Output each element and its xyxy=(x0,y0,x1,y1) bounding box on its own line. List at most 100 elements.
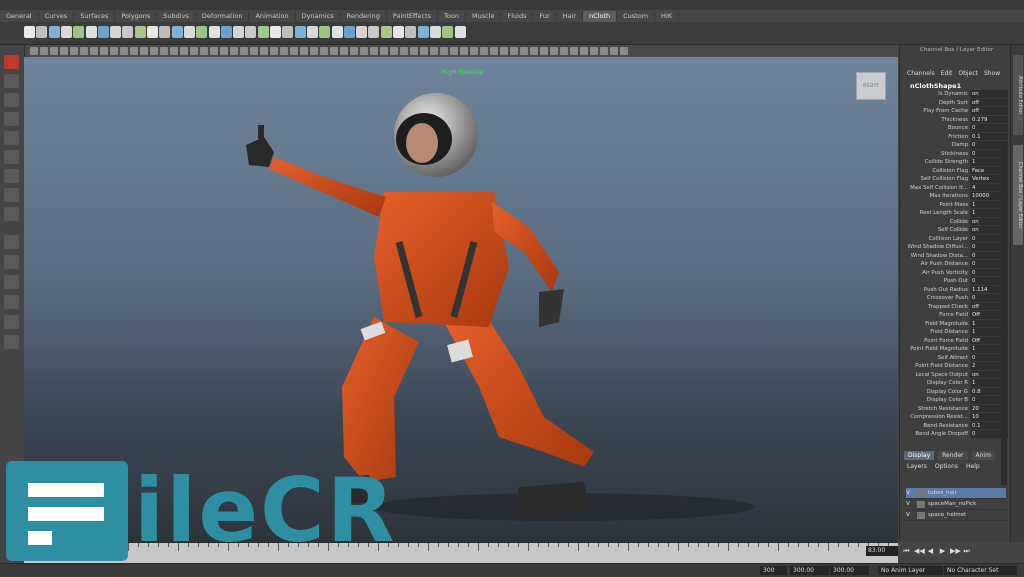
attribute-row[interactable]: Damp 0 xyxy=(904,141,1008,150)
range-end-field[interactable]: 300.00 xyxy=(790,566,829,575)
attribute-row[interactable]: Point Field Distance 2 xyxy=(904,362,1008,371)
attribute-row[interactable]: Max Iterations 10000 xyxy=(904,192,1008,201)
layout-four-icon[interactable] xyxy=(4,255,19,269)
panel-toolbar-icon[interactable] xyxy=(360,47,368,55)
attribute-value-field[interactable]: 0 xyxy=(970,124,1008,133)
attribute-row[interactable]: Display Color G 0.8 xyxy=(904,387,1008,396)
shelf-tab-animation[interactable]: Animation xyxy=(249,10,296,22)
panel-toolbar-icon[interactable] xyxy=(410,47,418,55)
shelf-tool-icon[interactable] xyxy=(48,26,60,38)
panel-toolbar-icon[interactable] xyxy=(430,47,438,55)
shelf-tab-dynamics[interactable]: Dynamics xyxy=(296,10,341,22)
layer-color-swatch[interactable] xyxy=(917,500,925,508)
shelf-tool-icon[interactable] xyxy=(171,26,183,38)
anim-layer-select[interactable]: No Anim Layer xyxy=(878,566,943,575)
attribute-row[interactable]: Thickness 0.279 xyxy=(904,115,1008,124)
panel-toolbar-icon[interactable] xyxy=(540,47,548,55)
current-frame-field[interactable]: 83.00 xyxy=(866,546,898,556)
play-back-icon[interactable]: ◀ xyxy=(926,546,935,556)
shelf-tool-icon[interactable] xyxy=(454,26,466,38)
attribute-row[interactable]: Bend Resistance 0.1 xyxy=(904,421,1008,430)
shelf-tool-icon[interactable] xyxy=(196,26,208,38)
attribute-row[interactable]: Air Push Vorticity 0 xyxy=(904,268,1008,277)
paint-select-icon[interactable] xyxy=(4,93,19,107)
attribute-row[interactable]: Self Collide on xyxy=(904,226,1008,235)
panel-toolbar-icon[interactable] xyxy=(300,47,308,55)
shelf-tool-icon[interactable] xyxy=(97,26,109,38)
panel-toolbar-icon[interactable] xyxy=(200,47,208,55)
shelf-tool-icon[interactable] xyxy=(110,26,122,38)
layer-color-swatch[interactable] xyxy=(917,489,925,497)
step-back-icon[interactable]: ◀◀ xyxy=(914,546,925,556)
shelf-tool-icon[interactable] xyxy=(147,26,158,38)
panel-toolbar-icon[interactable] xyxy=(590,47,598,55)
shelf-tab-hik[interactable]: HIK xyxy=(655,10,680,22)
shelf-tab-painteffects[interactable]: PaintEffects xyxy=(387,10,439,22)
visibility-toggle[interactable]: V xyxy=(906,490,914,496)
shelf-tab-fluids[interactable]: Fluids xyxy=(501,10,534,22)
shelf-tab-rendering[interactable]: Rendering xyxy=(341,10,387,22)
panel-toolbar-icon[interactable] xyxy=(620,47,628,55)
shelf-tool-icon[interactable] xyxy=(405,26,417,38)
shelf-tool-icon[interactable] xyxy=(257,26,269,38)
attribute-row[interactable]: Collision Layer 0 xyxy=(904,234,1008,243)
panel-toolbar-icon[interactable] xyxy=(190,47,198,55)
layout-outliner-icon[interactable] xyxy=(4,295,19,309)
shelf-tab-deformation[interactable]: Deformation xyxy=(196,10,250,22)
attribute-row[interactable]: Stickiness 0 xyxy=(904,149,1008,158)
attribute-row[interactable]: Self Attract 0 xyxy=(904,353,1008,362)
shelf-tab-custom[interactable]: Custom xyxy=(617,10,656,22)
panel-toolbar-icon[interactable] xyxy=(460,47,468,55)
layer-row[interactable]: Vtubes_hair xyxy=(906,488,1006,499)
panel-toolbar-icon[interactable] xyxy=(290,47,298,55)
attribute-row[interactable]: Depth Sort off xyxy=(904,98,1008,107)
shelf-tab-ncloth[interactable]: nCloth xyxy=(583,10,618,22)
soft-mod-icon[interactable] xyxy=(4,188,19,202)
shelf-tool-icon[interactable] xyxy=(233,26,245,38)
panel-toolbar-icon[interactable] xyxy=(280,47,288,55)
channel-box-scrollbar[interactable] xyxy=(1001,145,1007,485)
shelf-tool-icon[interactable] xyxy=(417,26,429,38)
panel-toolbar-icon[interactable] xyxy=(70,47,78,55)
panel-toolbar-icon[interactable] xyxy=(480,47,488,55)
attribute-row[interactable]: Collision Flag Face xyxy=(904,166,1008,175)
panel-toolbar-icon[interactable] xyxy=(330,47,338,55)
panel-toolbar-icon[interactable] xyxy=(100,47,108,55)
panel-toolbar-icon[interactable] xyxy=(490,47,498,55)
panel-toolbar-icon[interactable] xyxy=(450,47,458,55)
character-set-select[interactable]: No Character Set xyxy=(944,566,1017,575)
attribute-value-field[interactable]: off xyxy=(970,107,1008,116)
attribute-value-field[interactable]: on xyxy=(970,90,1008,99)
shelf-tool-icon[interactable] xyxy=(245,26,257,38)
layer-row[interactable]: Vspace_helmet xyxy=(906,510,1006,521)
layout-graph-icon[interactable] xyxy=(4,315,19,329)
panel-toolbar-icon[interactable] xyxy=(510,47,518,55)
move-tool-icon[interactable] xyxy=(4,112,19,126)
panel-toolbar-icon[interactable] xyxy=(130,47,138,55)
panel-toolbar-icon[interactable] xyxy=(160,47,168,55)
shelf-tool-icon[interactable] xyxy=(331,26,343,38)
panel-toolbar-icon[interactable] xyxy=(320,47,328,55)
tab-attribute-editor[interactable]: Attribute Editor xyxy=(1013,55,1023,135)
shelf-tab-muscle[interactable]: Muscle xyxy=(466,10,502,22)
shelf-tool-icon[interactable] xyxy=(380,26,392,38)
panel-toolbar-icon[interactable] xyxy=(400,47,408,55)
panel-toolbar-icon[interactable] xyxy=(60,47,68,55)
attribute-row[interactable]: Field Magnitude 1 xyxy=(904,319,1008,328)
attribute-row[interactable]: Wind Shadow Dista... 0 xyxy=(904,251,1008,260)
layer-color-swatch[interactable] xyxy=(917,511,925,519)
attribute-row[interactable]: Wind Shadow Diffusi... 0 xyxy=(904,243,1008,252)
attribute-row[interactable]: Trapped Check off xyxy=(904,302,1008,311)
shelf-tool-icon[interactable] xyxy=(159,26,171,38)
attribute-row[interactable]: Compression Resist... 10 xyxy=(904,413,1008,422)
lasso-tool-icon[interactable] xyxy=(4,74,19,88)
panel-toolbar-icon[interactable] xyxy=(340,47,348,55)
shelf-tool-icon[interactable] xyxy=(356,26,368,38)
panel-toolbar-icon[interactable] xyxy=(530,47,538,55)
shelf-tool-icon[interactable] xyxy=(282,26,294,38)
shelf-tool-icon[interactable] xyxy=(319,26,331,38)
panel-toolbar-icon[interactable] xyxy=(240,47,248,55)
layer-tab-anim[interactable]: Anim xyxy=(971,451,995,460)
shelf-tool-icon[interactable] xyxy=(220,26,232,38)
panel-toolbar-icon[interactable] xyxy=(500,47,508,55)
